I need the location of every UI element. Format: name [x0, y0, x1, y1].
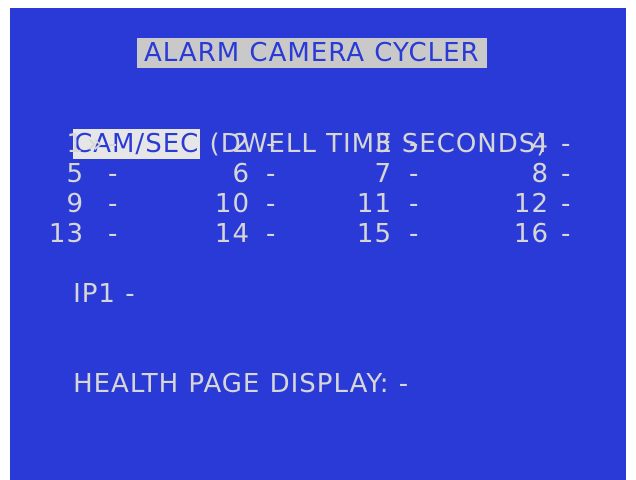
cam-8-value[interactable]: -: [561, 159, 571, 189]
cam-3-label: 3: [374, 129, 392, 159]
cam-11-value[interactable]: -: [409, 189, 419, 219]
cam-16-value[interactable]: -: [561, 219, 571, 249]
cam-9-label: 9: [66, 189, 84, 219]
cam-7-label: 7: [374, 159, 392, 189]
cam-6-value[interactable]: -: [266, 159, 276, 189]
cam-14-value[interactable]: -: [266, 219, 276, 249]
health-page-value[interactable]: -: [399, 369, 409, 399]
cam-5-label: 5: [66, 159, 84, 189]
cam-6-label: 6: [232, 159, 250, 189]
cam-9-value[interactable]: -: [108, 189, 118, 219]
cam-2-label: 2: [232, 129, 250, 159]
cam-15-value[interactable]: -: [409, 219, 419, 249]
cam-4-value[interactable]: -: [561, 129, 571, 159]
cam-16-label: 16: [513, 219, 549, 249]
ip1-value[interactable]: -: [125, 279, 135, 309]
health-page-spacer: [390, 369, 399, 399]
health-page-label: HEALTH PAGE DISPLAY:: [73, 369, 390, 399]
ip-camera-row: IP1 -: [36, 249, 136, 339]
health-page-row: HEALTH PAGE DISPLAY: -: [36, 339, 409, 429]
cam-2-value[interactable]: -: [266, 129, 276, 159]
cam-8-label: 8: [531, 159, 549, 189]
cam-1-label: 1: [66, 129, 84, 159]
menu-title: ALARM CAMERA CYCLER: [137, 38, 487, 68]
cam-10-value[interactable]: -: [266, 189, 276, 219]
ip1-spacer: [116, 279, 125, 309]
cam-12-label: 12: [513, 189, 549, 219]
cam-3-value[interactable]: -: [409, 129, 419, 159]
cam-5-value[interactable]: -: [108, 159, 118, 189]
cam-4-label: 4: [531, 129, 549, 159]
osd-screen: ALARM CAMERA CYCLER CAM/SEC (DWELL TIME …: [10, 8, 626, 480]
cam-13-label: 13: [48, 219, 84, 249]
cam-7-value[interactable]: -: [409, 159, 419, 189]
ip1-label: IP1: [73, 279, 116, 309]
cam-13-value[interactable]: -: [108, 219, 118, 249]
cam-15-label: 15: [356, 219, 392, 249]
cam-1-cursor: »: [87, 129, 104, 159]
cam-1-value[interactable]: -: [108, 129, 118, 159]
cam-14-label: 14: [214, 219, 250, 249]
cam-11-label: 11: [356, 189, 392, 219]
cam-12-value[interactable]: -: [561, 189, 571, 219]
cam-10-label: 10: [214, 189, 250, 219]
